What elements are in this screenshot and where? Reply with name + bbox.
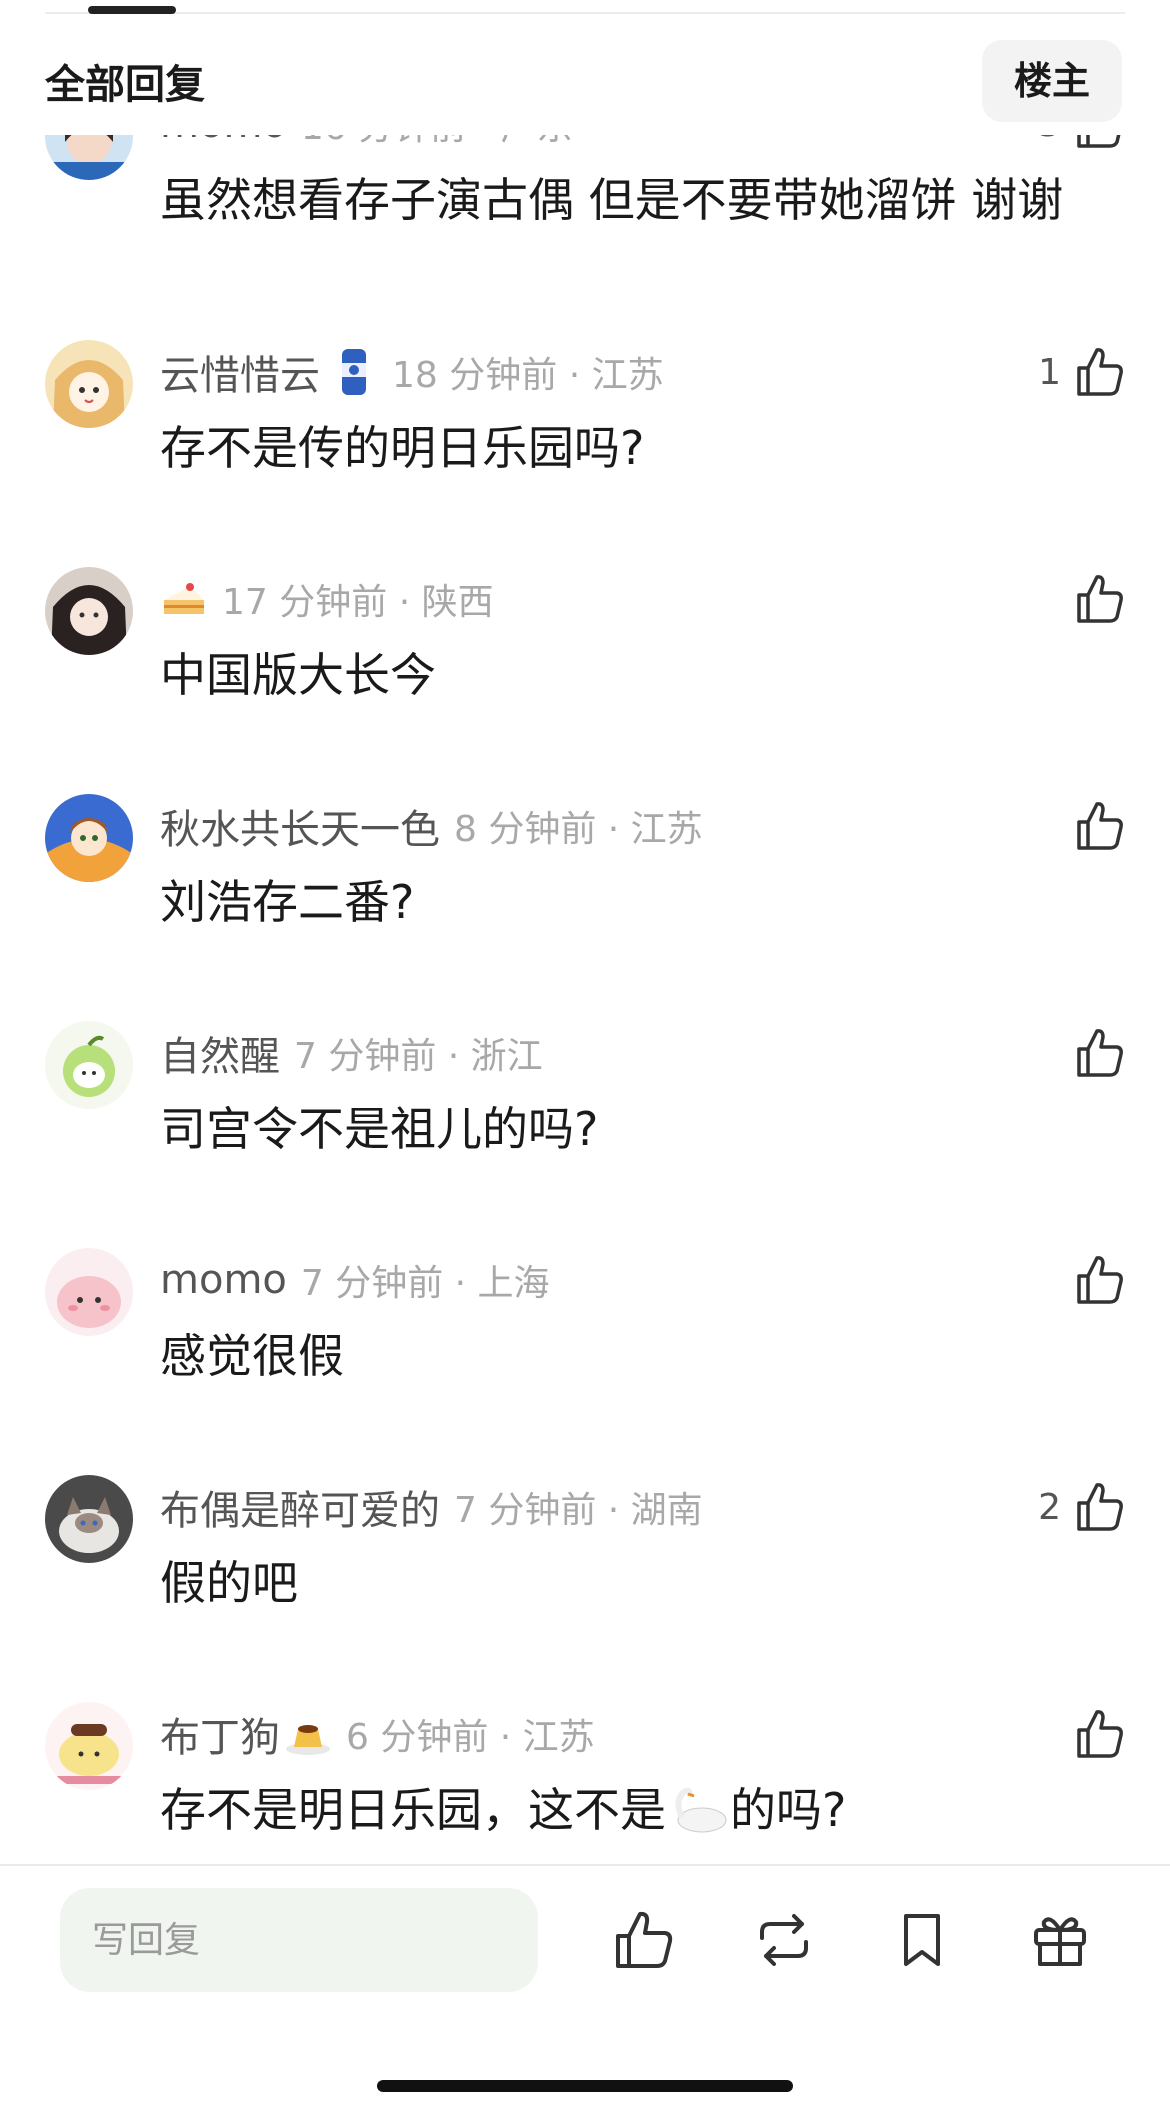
comment-item: momo 16 分钟前 · 广东 虽然想看存子演古偶 但是不要带她溜饼 谢谢 5 <box>0 132 1170 320</box>
thumbs-up-icon <box>1075 1027 1125 1079</box>
comment-meta: 秋水共长天一色 8 分钟前 · 江苏 <box>160 798 703 854</box>
thumbs-up-icon <box>1075 1254 1125 1306</box>
thumbs-up-icon <box>1075 346 1125 398</box>
home-indicator <box>377 2080 793 2092</box>
comment-item: 自然醒 7 分钟前 · 浙江 司宫令不是祖儿的吗? <box>0 1021 1170 1249</box>
like-button[interactable] <box>1061 1021 1125 1085</box>
bottom-action-bar <box>0 1866 1170 2122</box>
comment-username[interactable]: 布丁狗 <box>160 1705 280 1763</box>
like-button[interactable] <box>1061 567 1125 631</box>
thumbs-up-icon <box>1075 800 1125 852</box>
comment-meta: 17 分钟前 · 陕西 <box>160 571 494 627</box>
comment-text[interactable]: 存不是传的明日乐园吗? <box>160 418 644 478</box>
comment-username[interactable]: 秋水共长天一色 <box>160 797 440 855</box>
thumbs-up-icon <box>1075 573 1125 625</box>
girl-blue-hat-avatar[interactable] <box>45 132 133 180</box>
comment-username[interactable]: 自然醒 <box>160 1024 280 1082</box>
comment-time: 6 分钟前 · 江苏 <box>346 1717 595 1758</box>
anime-girl-avatar[interactable] <box>45 340 133 428</box>
comment-meta: 布偶是醉可爱的 7 分钟前 · 湖南 <box>160 1479 703 1535</box>
comment-text[interactable]: 司宫令不是祖儿的吗? <box>160 1099 598 1159</box>
green-apple-avatar[interactable] <box>45 1021 133 1109</box>
comment-list: momo 16 分钟前 · 广东 虽然想看存子演古偶 但是不要带她溜饼 谢谢 5… <box>0 132 1170 1862</box>
pudding-icon <box>284 1709 332 1759</box>
comment-username[interactable]: 云惜惜云 <box>160 343 320 401</box>
comment-text[interactable]: 感觉很假 <box>160 1326 344 1386</box>
comment-time: 7 分钟前 · 湖南 <box>454 1490 703 1531</box>
thumbs-up-icon <box>1075 1708 1125 1760</box>
comment-time: 7 分钟前 · 浙江 <box>294 1036 543 1077</box>
comment-item: 云惜惜云 18 分钟前 · 江苏 存不是传的明日乐园吗? 1 <box>0 340 1170 568</box>
comment-time: 17 分钟前 · 陕西 <box>222 582 494 623</box>
comment-text-part: 存不是明日乐园，这不是 <box>160 1783 666 1837</box>
comment-item: momo 7 分钟前 · 上海 感觉很假 <box>0 1248 1170 1476</box>
pink-blob-avatar[interactable] <box>45 1248 133 1336</box>
pompompurin-avatar[interactable] <box>45 1702 133 1790</box>
comment-item: 17 分钟前 · 陕西 中国版大长今 <box>0 567 1170 795</box>
like-button[interactable]: 2 <box>1038 1475 1125 1539</box>
page-title: 全部回复 <box>45 62 205 108</box>
comment-item: 布偶是醉可爱的 7 分钟前 · 湖南 假的吧 2 <box>0 1475 1170 1703</box>
reply-input[interactable] <box>60 1888 538 1992</box>
selfie-girl-avatar[interactable] <box>45 567 133 655</box>
like-count: 2 <box>1038 1486 1061 1528</box>
comment-text[interactable]: 中国版大长今 <box>160 645 436 705</box>
comment-item: 秋水共长天一色 8 分钟前 · 江苏 刘浩存二番? <box>0 794 1170 1022</box>
comment-text[interactable]: 假的吧 <box>160 1553 298 1613</box>
like-icon[interactable] <box>612 1908 676 1972</box>
comment-text[interactable]: 存不是明日乐园，这不是 的吗? <box>160 1780 846 1840</box>
owner-filter-button[interactable]: 楼主 <box>982 40 1122 122</box>
comment-meta: 布丁狗 6 分钟前 · 江苏 <box>160 1706 595 1762</box>
comment-text[interactable]: 虽然想看存子演古偶 但是不要带她溜饼 谢谢 <box>160 170 1063 230</box>
comment-item: 布丁狗 6 分钟前 · 江苏 存不是明日乐园，这不是 的吗? <box>0 1702 1170 1862</box>
reply-header: 全部回复 楼主 <box>0 30 1170 135</box>
thumbs-up-icon <box>1075 1481 1125 1533</box>
ragdoll-cat-avatar[interactable] <box>45 1475 133 1563</box>
comment-time: 7 分钟前 · 上海 <box>300 1263 550 1304</box>
comment-time: 8 分钟前 · 江苏 <box>454 809 703 850</box>
like-button[interactable] <box>1061 1248 1125 1312</box>
comment-meta: 自然醒 7 分钟前 · 浙江 <box>160 1025 543 1081</box>
swan-icon <box>666 1780 730 1836</box>
comment-username[interactable]: 布偶是醉可爱的 <box>160 1478 440 1536</box>
repost-icon[interactable] <box>752 1908 816 1972</box>
gift-icon[interactable] <box>1028 1908 1092 1972</box>
comment-time: 18 分钟前 · 江苏 <box>392 355 664 396</box>
top-divider <box>45 12 1125 14</box>
comment-meta: momo 16 分钟前 · 广东 <box>160 132 572 152</box>
anime-sakura-avatar[interactable] <box>45 794 133 882</box>
can-badge-icon <box>330 347 378 397</box>
like-button[interactable]: 1 <box>1038 340 1125 404</box>
like-count: 1 <box>1038 351 1061 393</box>
comment-username[interactable]: momo <box>160 1257 287 1303</box>
comment-text-part: 的吗? <box>730 1783 847 1837</box>
cake-icon <box>160 574 208 624</box>
like-button[interactable] <box>1061 1702 1125 1766</box>
comment-text[interactable]: 刘浩存二番? <box>160 872 414 932</box>
bookmark-icon[interactable] <box>890 1908 954 1972</box>
comment-meta: 云惜惜云 18 分钟前 · 江苏 <box>160 344 664 400</box>
like-button[interactable]: 5 <box>1038 132 1125 156</box>
tab-indicator <box>88 6 176 14</box>
like-button[interactable] <box>1061 794 1125 858</box>
comment-meta: momo 7 分钟前 · 上海 <box>160 1252 550 1308</box>
